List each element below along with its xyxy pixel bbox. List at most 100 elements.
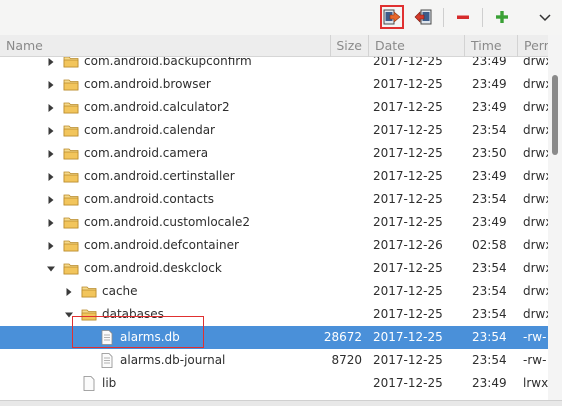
vertical-scrollbar[interactable]: [548, 35, 562, 400]
row-name: alarms.db-journal: [120, 353, 226, 367]
file-icon: [101, 330, 113, 345]
folder-icon: [63, 194, 79, 206]
tree-file-row[interactable]: alarms.db 28672 2017-12-25 23:54 -rw-: [0, 326, 548, 349]
row-name: com.android.deskclock: [84, 261, 222, 275]
tree-folder-row[interactable]: com.android.calculator2 2017-12-25 23:49 dr…: [0, 96, 548, 119]
push-file-button[interactable]: [411, 5, 435, 29]
expand-arrow-right-icon[interactable]: [46, 211, 56, 234]
row-date: 2017-12-25: [373, 192, 443, 206]
tree-folder-row[interactable]: com.android.customlocale2 2017-12-25 23:49…: [0, 211, 548, 234]
row-name: lib: [102, 376, 117, 390]
row-name: com.android.backupconfirm: [84, 57, 252, 68]
column-date[interactable]: Date: [368, 35, 464, 57]
file-tree: com.android.backupconfirm 2017-12-25 23:49…: [0, 57, 548, 400]
folder-icon: [63, 171, 79, 183]
tree-folder-row[interactable]: com.android.browser 2017-12-25 23:49 drwx: [0, 73, 548, 96]
row-permissions: drwx: [523, 215, 548, 229]
expand-arrow-down-icon[interactable]: [46, 257, 56, 280]
row-date: 2017-12-25: [373, 284, 443, 298]
folder-icon: [63, 79, 79, 91]
expand-arrow-right-icon[interactable]: [46, 57, 56, 73]
row-size: 8720: [331, 353, 362, 367]
row-time: 23:54: [472, 123, 507, 137]
tree-folder-row[interactable]: com.android.camera 2017-12-25 23:50 drwx: [0, 142, 548, 165]
column-size[interactable]: Size: [330, 35, 368, 57]
tree-folder-row[interactable]: com.android.certinstaller 2017-12-25 23:49…: [0, 165, 548, 188]
tree-folder-row[interactable]: com.android.calendar 2017-12-25 23:54 drwx: [0, 119, 548, 142]
expand-arrow-right-icon[interactable]: [46, 96, 56, 119]
row-time: 23:49: [472, 215, 507, 229]
row-time: 23:50: [472, 146, 507, 160]
folder-icon: [63, 263, 79, 275]
delete-icon: [457, 15, 469, 19]
row-name: com.android.camera: [84, 146, 209, 160]
toolbar: [0, 0, 562, 35]
folder-icon: [63, 102, 79, 114]
column-time[interactable]: Time: [464, 35, 517, 57]
row-date: 2017-12-25: [373, 123, 443, 137]
row-permissions: drwx: [523, 192, 548, 206]
tree-file-row[interactable]: lib 2017-12-25 23:49 lrwx: [0, 372, 548, 395]
folder-icon: [63, 125, 79, 137]
expand-arrow-right-icon[interactable]: [46, 188, 56, 211]
view-menu-button[interactable]: [533, 5, 557, 29]
column-permissions[interactable]: Perm: [517, 35, 548, 57]
add-icon: [496, 11, 508, 23]
row-time: 23:49: [472, 376, 507, 390]
row-permissions: drwx: [523, 146, 548, 160]
row-date: 2017-12-25: [373, 146, 443, 160]
folder-icon: [63, 217, 79, 229]
expand-arrow-right-icon[interactable]: [46, 73, 56, 96]
row-date: 2017-12-25: [373, 169, 443, 183]
expand-arrow-right-icon[interactable]: [64, 280, 74, 303]
toolbar-separator: [443, 8, 444, 27]
tree-folder-row[interactable]: com.android.backupconfirm 2017-12-25 23:49…: [0, 57, 548, 73]
row-time: 02:58: [472, 238, 507, 252]
row-permissions: drwx: [523, 284, 548, 298]
delete-button[interactable]: [451, 5, 475, 29]
folder-icon: [63, 148, 79, 160]
toolbar-separator: [482, 8, 483, 27]
expand-arrow-right-icon[interactable]: [46, 142, 56, 165]
tree-folder-row[interactable]: com.android.contacts 2017-12-25 23:54 drwx: [0, 188, 548, 211]
row-permissions: drwx: [523, 238, 548, 252]
row-permissions: lrwx: [523, 376, 548, 390]
tree-folder-row[interactable]: databases 2017-12-25 23:54 drwx: [0, 303, 548, 326]
row-time: 23:54: [472, 307, 507, 321]
row-name: com.android.defcontainer: [84, 238, 239, 252]
column-name[interactable]: Name: [0, 35, 330, 57]
add-button[interactable]: [490, 5, 514, 29]
expand-arrow-right-icon[interactable]: [46, 234, 56, 257]
scrollbar-thumb[interactable]: [552, 75, 558, 155]
expand-arrow-right-icon[interactable]: [46, 165, 56, 188]
row-time: 23:54: [472, 192, 507, 206]
row-name: com.android.certinstaller: [84, 169, 235, 183]
expand-arrow-down-icon[interactable]: [64, 303, 74, 326]
row-date: 2017-12-25: [373, 215, 443, 229]
row-date: 2017-12-25: [373, 261, 443, 275]
row-name: com.android.contacts: [84, 192, 214, 206]
file-icon: [101, 353, 113, 368]
tree-folder-row[interactable]: com.android.deskclock 2017-12-25 23:54 drwx: [0, 257, 548, 280]
row-name: com.android.customlocale2: [84, 215, 250, 229]
tree-folder-row[interactable]: com.android.defcontainer 2017-12-26 02:58 d…: [0, 234, 548, 257]
folder-icon: [63, 57, 79, 68]
row-date: 2017-12-25: [373, 307, 443, 321]
row-permissions: -rw-: [523, 353, 547, 367]
push-file-icon: [414, 9, 432, 25]
row-time: 23:54: [472, 330, 507, 344]
row-size: 28672: [323, 330, 362, 344]
row-permissions: drwx: [523, 57, 548, 68]
row-date: 2017-12-25: [373, 353, 443, 367]
row-permissions: drwx: [523, 123, 548, 137]
horizontal-scrollbar[interactable]: [0, 400, 562, 406]
row-name: com.android.calendar: [84, 123, 215, 137]
tree-file-row[interactable]: alarms.db-journal 8720 2017-12-25 23:54 -rw-: [0, 349, 548, 372]
tree-folder-row[interactable]: cache 2017-12-25 23:54 drwx: [0, 280, 548, 303]
row-date: 2017-12-25: [373, 376, 443, 390]
pull-file-button[interactable]: [380, 5, 404, 29]
expand-arrow-right-icon[interactable]: [46, 119, 56, 142]
row-date: 2017-12-25: [373, 57, 443, 68]
row-time: 23:49: [472, 100, 507, 114]
row-name: alarms.db: [120, 330, 180, 344]
